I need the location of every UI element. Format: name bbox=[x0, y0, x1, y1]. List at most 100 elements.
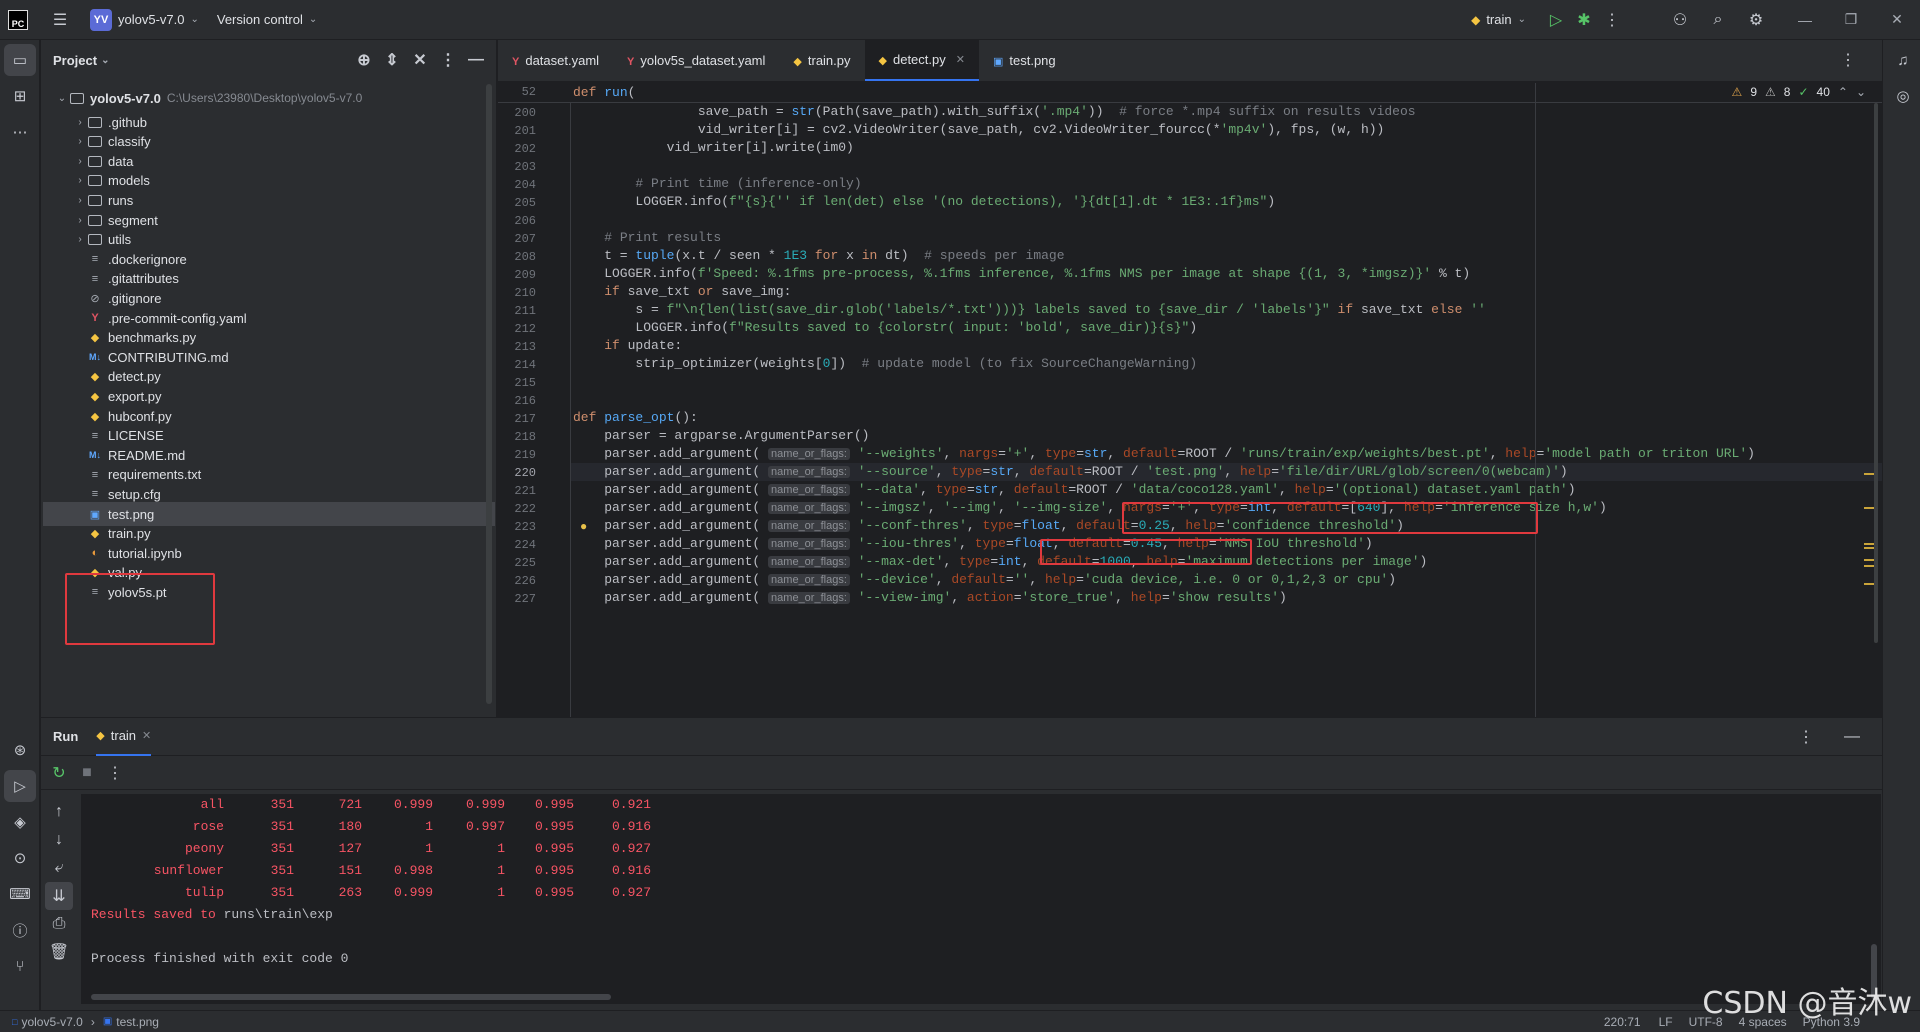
line-number: 221 bbox=[514, 484, 536, 498]
code-editor[interactable]: 200 201 202 203 204 205 206 207 208 209 210 211 212 2… bbox=[498, 83, 1882, 717]
hide-panel-icon[interactable]: — bbox=[462, 46, 490, 74]
console-hscrollbar[interactable] bbox=[91, 994, 611, 1000]
chevron-down-icon[interactable]: ⌄ bbox=[1856, 85, 1866, 99]
collapse-all-icon[interactable]: ✕ bbox=[406, 46, 434, 74]
bulb-icon[interactable]: ● bbox=[580, 519, 587, 533]
more-actions-icon[interactable]: ⋮ bbox=[1598, 6, 1626, 34]
hide-run-panel-icon[interactable]: — bbox=[1838, 723, 1866, 751]
project-folder-icon[interactable]: ▭ bbox=[4, 44, 36, 76]
chevron-right-icon[interactable]: › bbox=[73, 156, 87, 167]
tab-detect-py[interactable]: ◆ detect.py ✕ bbox=[864, 39, 979, 81]
problems-icon[interactable]: ⓘ bbox=[4, 914, 36, 946]
inspection-widget[interactable]: ⚠ 9 ⚠ 8 ✓ 40 ⌃ ⌄ bbox=[1727, 85, 1870, 99]
chevron-right-icon[interactable]: › bbox=[73, 175, 87, 186]
git-icon[interactable]: ⑂ bbox=[4, 950, 36, 982]
line-number: 210 bbox=[514, 286, 536, 300]
python-file-icon: ◆ bbox=[90, 332, 100, 345]
tab-yolov5s-dataset-yaml[interactable]: Yyolov5s_dataset.yaml bbox=[613, 39, 779, 81]
locate-file-icon[interactable]: ⊕ bbox=[350, 46, 378, 74]
tree-item-label: segment bbox=[108, 212, 158, 228]
root-name: yolov5-v7.0 bbox=[90, 90, 161, 106]
tab-train-py[interactable]: ◆ train.py bbox=[779, 39, 864, 81]
python-packages-icon[interactable]: ⊛ bbox=[4, 734, 36, 766]
settings-gear-icon[interactable]: ⚙ bbox=[1742, 6, 1770, 34]
close-icon[interactable]: ✕ bbox=[1874, 0, 1920, 40]
run-icon[interactable]: ▷ bbox=[1542, 6, 1570, 34]
app-logo[interactable]: PC bbox=[8, 9, 28, 30]
line-number: 200 bbox=[514, 106, 536, 120]
chevron-down-icon: ⌄ bbox=[57, 92, 67, 104]
line-separator[interactable]: LF bbox=[1659, 1015, 1673, 1029]
weak-warning-count: 8 bbox=[1783, 85, 1791, 99]
text-file-icon: ≡ bbox=[91, 272, 99, 285]
tree-root[interactable]: ⌄ yolov5-v7.0 C:\Users\23980\Desktop\yol… bbox=[55, 86, 362, 110]
tree-item-label: .github bbox=[108, 114, 148, 130]
options-icon[interactable]: ⋮ bbox=[434, 46, 462, 74]
chevron-down-icon[interactable]: ⌄ bbox=[101, 55, 109, 66]
minimize-icon[interactable]: — bbox=[1782, 0, 1828, 40]
console-output[interactable]: all 351 721 0.999 0.999 0.995 0.921 rose 351 180 1… bbox=[81, 794, 1881, 1004]
stop-icon[interactable]: ■ bbox=[73, 759, 101, 787]
status-breadcrumb-project[interactable]: □ yolov5-v7.0 bbox=[12, 1015, 83, 1029]
project-switcher[interactable]: YV yolov5-v7.0 ⌄ bbox=[90, 8, 199, 31]
sticky-line: 52 def run( bbox=[498, 83, 1882, 103]
metric-value: 0.927 bbox=[611, 841, 651, 856]
close-tab-icon[interactable]: ✕ bbox=[142, 729, 151, 742]
debug-icon[interactable]: ✱ bbox=[1570, 6, 1598, 34]
error-stripe[interactable] bbox=[1864, 103, 1878, 717]
chevron-up-icon[interactable]: ⌃ bbox=[1838, 85, 1848, 99]
expand-collapse-icon[interactable]: ⇕ bbox=[378, 46, 406, 74]
tree-item-label: README.md bbox=[108, 447, 186, 463]
metric-value: 263 bbox=[338, 885, 362, 900]
status-breadcrumb-file[interactable]: ▣ test.png bbox=[103, 1015, 159, 1029]
chevron-right-icon[interactable]: › bbox=[73, 234, 87, 245]
tab-label: detect.py bbox=[892, 51, 946, 67]
run-config-label: train bbox=[1486, 12, 1512, 27]
services-icon[interactable]: ⊙ bbox=[4, 842, 36, 874]
run-config-selector[interactable]: ◆ train ⌄ bbox=[1471, 12, 1526, 27]
project-name: yolov5-v7.0 bbox=[118, 12, 185, 27]
tab-label: test.png bbox=[1009, 52, 1056, 68]
arrow-down-icon[interactable]: ↓ bbox=[45, 826, 73, 854]
more-tools-icon[interactable]: ⋯ bbox=[4, 116, 36, 148]
chevron-right-icon[interactable]: › bbox=[73, 117, 87, 128]
main-menu-icon[interactable]: ☰ bbox=[46, 6, 74, 34]
project-scrollbar[interactable] bbox=[486, 84, 492, 704]
run-panel-icon[interactable]: ▷ bbox=[4, 770, 36, 802]
metric-value: 0.995 bbox=[534, 841, 574, 856]
run-options-icon[interactable]: ⋮ bbox=[1792, 723, 1820, 751]
annotation-box-files bbox=[65, 573, 215, 645]
arrow-up-icon[interactable]: ↑ bbox=[45, 798, 73, 826]
close-tab-icon[interactable]: ✕ bbox=[956, 53, 965, 66]
run-tab[interactable]: ◆ train ✕ bbox=[96, 718, 152, 756]
more-run-actions-icon[interactable]: ⋮ bbox=[101, 759, 129, 787]
search-icon[interactable]: ⌕ bbox=[1704, 6, 1732, 34]
scroll-to-end-icon[interactable]: ⇊ bbox=[45, 882, 73, 910]
tab-dataset-yaml[interactable]: Ydataset.yaml bbox=[498, 39, 613, 81]
chevron-right-icon[interactable]: › bbox=[73, 215, 87, 226]
structure-icon[interactable]: ⊞ bbox=[4, 80, 36, 112]
tab-test-png[interactable]: ▣ test.png bbox=[979, 39, 1070, 81]
metric-class-label: peony bbox=[184, 841, 224, 856]
ai-assistant-icon[interactable]: ◎ bbox=[1887, 80, 1919, 112]
clear-all-icon[interactable]: 🗑 bbox=[45, 938, 73, 966]
restore-icon[interactable]: ❐ bbox=[1828, 0, 1874, 40]
version-control-menu[interactable]: Version control ⌄ bbox=[217, 12, 317, 27]
notifications-bell-icon[interactable]: ♫ bbox=[1887, 44, 1919, 76]
chevron-down-icon: ⌄ bbox=[1517, 14, 1526, 25]
rerun-icon[interactable]: ↻ bbox=[45, 759, 73, 787]
print-icon[interactable]: ⎙ bbox=[45, 910, 73, 938]
soft-wrap-icon[interactable]: ⤶ bbox=[45, 854, 73, 882]
add-user-icon[interactable]: ⚇ bbox=[1666, 6, 1694, 34]
chevron-right-icon[interactable]: › bbox=[73, 136, 87, 147]
code-line: parser.add_argument( name_or_flags: '--s… bbox=[573, 464, 1568, 479]
chevron-right-icon[interactable]: › bbox=[73, 195, 87, 206]
layers-icon[interactable]: ◈ bbox=[4, 806, 36, 838]
results-prefix: Results saved to bbox=[91, 907, 224, 922]
text-file-icon: ≡ bbox=[91, 488, 99, 501]
folder-icon bbox=[69, 90, 85, 106]
terminal-icon[interactable]: ⌨ bbox=[4, 878, 36, 910]
project-panel-title[interactable]: Project bbox=[53, 53, 97, 68]
tab-options-icon[interactable]: ⋮ bbox=[1834, 46, 1862, 74]
caret-position[interactable]: 220:71 bbox=[1604, 1015, 1641, 1029]
